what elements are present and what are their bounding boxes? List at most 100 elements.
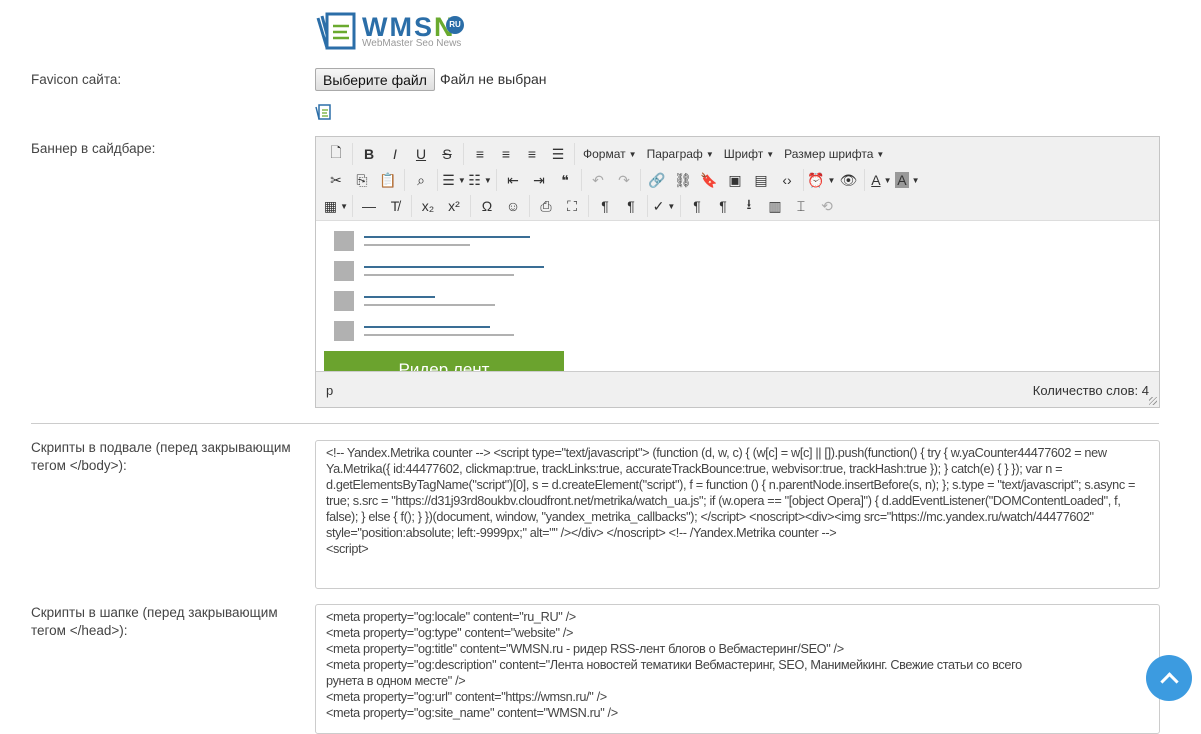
media-icon: ▤ bbox=[754, 171, 768, 188]
unlink-button[interactable]: ⛓ bbox=[670, 169, 696, 191]
header-scripts-textarea[interactable]: <meta property="og:locale" content="ru_R… bbox=[315, 604, 1160, 734]
textarea-line: <meta property="og:type" content="websit… bbox=[326, 626, 574, 640]
favicon-label: Favicon сайта: bbox=[31, 72, 122, 87]
toolbar-group: ↶ ↷ bbox=[582, 169, 641, 191]
dropdown-label: Размер шрифта bbox=[784, 147, 874, 161]
page-break-button[interactable]: ⌶ bbox=[788, 195, 814, 217]
choose-file-button[interactable]: Выберите файл bbox=[315, 68, 435, 91]
align-right-icon: ≡ bbox=[527, 146, 537, 162]
link-button[interactable]: 🔗 bbox=[644, 169, 670, 191]
toolbar-group: A ▼ A ▼ bbox=[865, 169, 923, 191]
redo-button[interactable]: ↷ bbox=[611, 169, 637, 191]
align-center-button[interactable]: ≡ bbox=[493, 143, 519, 165]
media-button[interactable]: ▤ bbox=[748, 169, 774, 191]
visual-chars-button[interactable]: ¶ bbox=[710, 195, 736, 217]
code-icon: ‹› bbox=[782, 172, 792, 188]
bullet-list-button[interactable]: ☰ ▼ bbox=[441, 169, 467, 191]
fullscreen-button[interactable]: ⛶ bbox=[559, 195, 585, 217]
align-right-button[interactable]: ≡ bbox=[519, 143, 545, 165]
italic-button[interactable]: I bbox=[382, 143, 408, 165]
toolbar-dropdown[interactable]: Шрифт ▼ bbox=[719, 143, 779, 165]
toolbar-group: 🗋 bbox=[320, 143, 353, 165]
placeholder-item bbox=[334, 261, 594, 281]
toolbar-group: ¶ ¶ ⭳ ▥ ⌶ ⟲ bbox=[681, 195, 843, 217]
toolbar-row: ▦ ▼ — T̸ x₂ x² Ω ☺ ⎙ ⛶ ¶ ¶ ✓ ▼ ¶ ¶ ⭳ ▥ ⌶ ⟲ bbox=[320, 193, 1155, 219]
caret-down-icon: ▼ bbox=[827, 175, 836, 185]
toolbar-group: x₂ x² bbox=[412, 195, 471, 217]
underline-button[interactable]: U bbox=[408, 143, 434, 165]
toolbar-dropdown[interactable]: Размер шрифта ▼ bbox=[779, 143, 889, 165]
justify-button[interactable]: ☰ bbox=[545, 143, 571, 165]
insert-datetime-button[interactable]: ⏰ ▼ bbox=[807, 169, 835, 191]
scroll-to-top-button[interactable] bbox=[1146, 655, 1192, 701]
caret-down-icon: ▼ bbox=[457, 175, 466, 185]
element-path[interactable]: p bbox=[326, 383, 333, 398]
bold-icon: B bbox=[363, 146, 375, 162]
placeholder-item bbox=[334, 291, 594, 311]
paste-button[interactable]: 📋 bbox=[375, 169, 401, 191]
find-replace-button[interactable]: ⌕ bbox=[408, 169, 434, 191]
emoticons-button[interactable]: ☺ bbox=[500, 195, 526, 217]
bullet-list-icon: ☰ bbox=[442, 171, 455, 188]
ltr-button[interactable]: ¶ bbox=[592, 195, 618, 217]
undo-button[interactable]: ↶ bbox=[585, 169, 611, 191]
strikethrough-icon: S bbox=[442, 146, 452, 162]
strikethrough-button[interactable]: S bbox=[434, 143, 460, 165]
bookmark-button[interactable]: 🔖 bbox=[696, 169, 722, 191]
page-break-icon: ⌶ bbox=[796, 197, 806, 214]
toolbar-dropdown[interactable]: Параграф ▼ bbox=[642, 143, 719, 165]
toolbar-group: 🔗 ⛓ 🔖 ▣ ▤ ‹› bbox=[641, 169, 804, 191]
show-blocks-icon: ¶ bbox=[693, 198, 701, 214]
banner-label: Баннер в сайдбаре: bbox=[31, 141, 156, 156]
copy-button[interactable]: ⎘ bbox=[349, 169, 375, 191]
editor-content[interactable]: Ридер лент bbox=[316, 220, 1159, 371]
clear-format-button[interactable]: T̸ bbox=[382, 195, 408, 217]
superscript-button[interactable]: x² bbox=[441, 195, 467, 217]
toolbar-row: ✂ ⎘ 📋 ⌕ ☰ ▼ ☷ ▼ ⇤ ⇥ ❝ ↶ ↷ 🔗 ⛓ 🔖 ▣ ▤ ‹› ⏰ ▼ 👁 A ▼ A ▼ bbox=[320, 167, 1155, 193]
upload-button[interactable]: ⭳ bbox=[736, 195, 762, 217]
emoticons-icon: ☺ bbox=[505, 198, 521, 214]
blockquote-button[interactable]: ❝ bbox=[552, 169, 578, 191]
background-color-button[interactable]: A ▼ bbox=[894, 169, 920, 191]
indent-button[interactable]: ⇥ bbox=[526, 169, 552, 191]
rtl-button[interactable]: ¶ bbox=[618, 195, 644, 217]
outdent-button[interactable]: ⇤ bbox=[500, 169, 526, 191]
resize-handle[interactable] bbox=[1149, 397, 1157, 405]
show-blocks-button[interactable]: ¶ bbox=[684, 195, 710, 217]
cut-button[interactable]: ✂ bbox=[323, 169, 349, 191]
template-button[interactable]: ▥ bbox=[762, 195, 788, 217]
subscript-button[interactable]: x₂ bbox=[415, 195, 441, 217]
caret-down-icon: ▼ bbox=[766, 149, 775, 159]
italic-icon: I bbox=[393, 146, 397, 162]
toolbar-group: ✂ ⎘ 📋 bbox=[320, 169, 405, 191]
horizontal-line-button[interactable]: — bbox=[356, 195, 382, 217]
toolbar-group: ⇤ ⇥ ❝ bbox=[497, 169, 582, 191]
favicon-preview-icon bbox=[315, 104, 331, 120]
new-document-button[interactable]: 🗋 bbox=[323, 143, 349, 165]
align-left-button[interactable]: ≡ bbox=[467, 143, 493, 165]
caret-down-icon: ▼ bbox=[911, 175, 920, 185]
special-char-button[interactable]: Ω bbox=[474, 195, 500, 217]
toolbar-group: ⏰ ▼ 👁 bbox=[804, 169, 866, 191]
toolbar-group: ¶ ¶ bbox=[589, 195, 648, 217]
numbered-list-button[interactable]: ☷ ▼ bbox=[467, 169, 493, 191]
restore-draft-button[interactable]: ⟲ bbox=[814, 195, 840, 217]
bold-button[interactable]: B bbox=[356, 143, 382, 165]
code-button[interactable]: ‹› bbox=[774, 169, 800, 191]
print-button[interactable]: ⎙ bbox=[533, 195, 559, 217]
template-icon: ▥ bbox=[768, 197, 782, 214]
underline-icon: U bbox=[415, 146, 427, 162]
toolbar-dropdown[interactable]: Формат ▼ bbox=[578, 143, 642, 165]
divider bbox=[31, 423, 1159, 424]
logo-icon bbox=[316, 12, 356, 50]
dropdown-label: Параграф bbox=[646, 147, 703, 161]
footer-scripts-textarea[interactable]: <!-- Yandex.Metrika counter --> <script … bbox=[315, 440, 1160, 589]
image-button[interactable]: ▣ bbox=[722, 169, 748, 191]
toolbar-group: B I US bbox=[353, 143, 464, 165]
text-color-button[interactable]: A ▼ bbox=[868, 169, 894, 191]
caret-down-icon: ▼ bbox=[705, 149, 714, 159]
dropdown-label: Формат bbox=[583, 147, 626, 161]
table-button[interactable]: ▦ ▼ bbox=[323, 195, 349, 217]
preview-button[interactable]: 👁 bbox=[835, 169, 861, 191]
spellcheck-button[interactable]: ✓ ▼ bbox=[651, 195, 677, 217]
